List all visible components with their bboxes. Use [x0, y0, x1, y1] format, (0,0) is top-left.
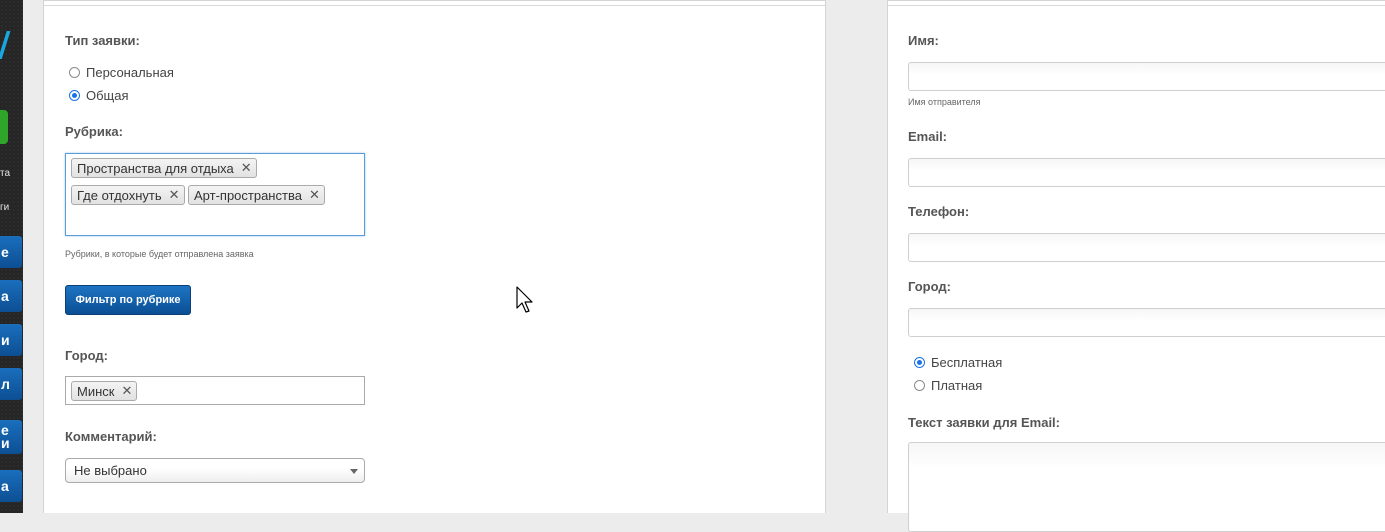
- remove-tag-icon[interactable]: ✕: [309, 187, 320, 203]
- sender-form-panel: Имя: Имя отправителя Email: Телефон: Гор…: [887, 0, 1385, 532]
- rubric-tag-label: Арт-пространства: [194, 187, 302, 203]
- chevron-down-icon: [350, 469, 358, 474]
- rubric-tag: Арт-пространства ✕: [188, 185, 325, 205]
- radio-paid-input[interactable]: [914, 380, 925, 391]
- comment-label: Комментарий:: [65, 429, 157, 444]
- city-input[interactable]: [908, 308, 1385, 337]
- radio-general-input[interactable]: [69, 90, 80, 101]
- rubric-tag: Пространства для отдыха ✕: [71, 158, 257, 178]
- radio-free-input[interactable]: [914, 357, 925, 368]
- city-tag-label: Минск: [77, 383, 115, 399]
- phone-input[interactable]: [908, 233, 1385, 262]
- green-action-button[interactable]: [0, 110, 8, 144]
- sidebar-nav-item[interactable]: а: [0, 280, 22, 312]
- request-type-label: Тип заявки:: [65, 33, 140, 48]
- city-label: Город:: [908, 279, 951, 294]
- email-label: Email:: [908, 129, 948, 144]
- radio-personal[interactable]: Персональная: [69, 65, 174, 80]
- city-label: Город:: [65, 348, 108, 363]
- filter-by-rubric-button[interactable]: Фильтр по рубрике: [65, 285, 191, 315]
- rubric-multiselect[interactable]: Пространства для отдыха ✕ Где отдохнуть …: [65, 153, 365, 236]
- radio-paid-label: Платная: [931, 378, 983, 393]
- comment-select-value: Не выбрано: [74, 463, 147, 478]
- sidebar-nav-item[interactable]: и: [0, 324, 22, 356]
- panel-divider: [888, 5, 1385, 6]
- radio-paid[interactable]: Платная: [914, 378, 982, 393]
- sidebar-nav-item[interactable]: е и: [0, 420, 22, 454]
- sidebar: / та ги е а и л е и а: [0, 0, 23, 513]
- radio-free-label: Бесплатная: [931, 355, 1003, 370]
- rubric-tag-label: Где отдохнуть: [77, 187, 162, 203]
- panel-divider: [44, 5, 825, 6]
- sidebar-nav-item[interactable]: а: [0, 470, 22, 502]
- sidebar-text: ги: [0, 202, 10, 213]
- email-input[interactable]: [908, 158, 1385, 187]
- request-form-panel: Тип заявки: Персональная Общая Рубрика: …: [43, 0, 826, 513]
- mouse-cursor-icon: [516, 286, 533, 313]
- comment-select[interactable]: Не выбрано: [65, 458, 365, 483]
- radio-general[interactable]: Общая: [69, 88, 129, 103]
- radio-personal-label: Персональная: [86, 65, 174, 80]
- name-input[interactable]: [908, 62, 1385, 91]
- city-tag: Минск ✕: [71, 381, 138, 401]
- name-hint: Имя отправителя: [908, 97, 981, 107]
- rubric-tag: Где отдохнуть ✕: [71, 185, 185, 205]
- email-text-label: Текст заявки для Email:: [908, 415, 1060, 430]
- radio-general-label: Общая: [86, 88, 129, 103]
- radio-free[interactable]: Бесплатная: [914, 355, 1002, 370]
- name-label: Имя:: [908, 33, 939, 48]
- rubric-label: Рубрика:: [65, 124, 123, 139]
- remove-tag-icon[interactable]: ✕: [241, 160, 252, 176]
- logo-icon: /: [0, 28, 14, 62]
- sidebar-nav-item[interactable]: е: [0, 236, 22, 268]
- email-text-textarea[interactable]: [908, 442, 1385, 532]
- remove-tag-icon[interactable]: ✕: [121, 383, 132, 399]
- radio-personal-input[interactable]: [69, 67, 80, 78]
- rubric-hint: Рубрики, в которые будет отправлена заяв…: [65, 249, 254, 259]
- city-multiselect[interactable]: Минск ✕: [65, 376, 365, 405]
- rubric-tag-label: Пространства для отдыха: [77, 160, 234, 176]
- remove-tag-icon[interactable]: ✕: [169, 187, 180, 203]
- sidebar-nav-item[interactable]: л: [0, 368, 22, 400]
- sidebar-text: та: [0, 168, 11, 179]
- phone-label: Телефон:: [908, 204, 970, 219]
